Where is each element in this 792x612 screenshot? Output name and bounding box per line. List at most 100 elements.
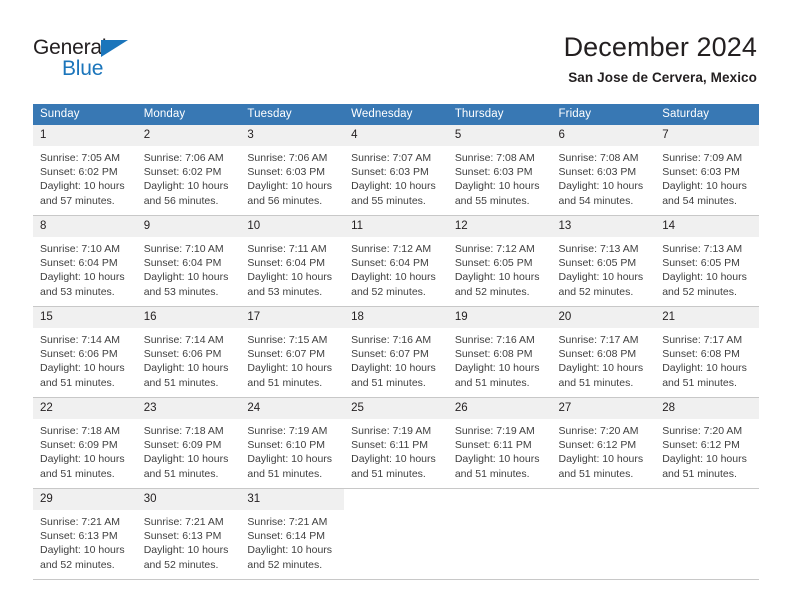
sunrise-text: Sunrise: 7:21 AM (40, 516, 120, 528)
sunrise-text: Sunrise: 7:20 AM (662, 425, 743, 437)
day-details: Sunrise: 7:05 AM Sunset: 6:02 PM Daylight:… (33, 146, 137, 208)
sunset-text: Sunset: 6:04 PM (143, 257, 222, 270)
day-cell[interactable]: 24 Sunrise: 7:19 AM Sunset: 6:10 PM Dayligh… (240, 397, 345, 489)
sunrise-text: Sunrise: 7:12 AM (351, 243, 432, 255)
sunrise-text: Sunrise: 7:07 AM (351, 152, 432, 164)
sunset-text: Sunset: 6:12 PM (662, 439, 740, 452)
sunset-text: Sunset: 6:05 PM (454, 257, 533, 270)
day-cell[interactable]: 2 Sunrise: 7:06 AM Sunset: 6:02 PM Daylight… (136, 125, 241, 216)
day-cell[interactable]: 31 Sunrise: 7:21 AM Sunset: 6:14 PM Dayligh… (240, 488, 345, 580)
calendar-week-row: 8 Sunrise: 7:10 AM Sunset: 6:04 PM Daylight… (33, 215, 759, 307)
day-number (447, 489, 552, 510)
daylight-text-line2: and 51 minutes. (454, 467, 530, 480)
day-number: 29 (33, 489, 137, 510)
page-title: December 2024 (563, 32, 757, 62)
day-cell[interactable]: 28 Sunrise: 7:20 AM Sunset: 6:12 PM Dayligh… (655, 397, 759, 489)
day-details: Sunrise: 7:07 AM Sunset: 6:03 PM Daylight:… (344, 146, 448, 208)
daylight-text-line1: Daylight: 10 hours (662, 362, 747, 375)
day-cell[interactable]: 12 Sunrise: 7:12 AM Sunset: 6:05 PM Dayligh… (447, 215, 552, 307)
day-cell[interactable]: 4 Sunrise: 7:07 AM Sunset: 6:03 PM Daylight… (344, 125, 448, 216)
day-cell[interactable]: 3 Sunrise: 7:06 AM Sunset: 6:03 PM Daylight… (240, 125, 345, 216)
daylight-text-line2: and 51 minutes. (351, 376, 426, 389)
day-cell[interactable]: 23 Sunrise: 7:18 AM Sunset: 6:09 PM Dayligh… (136, 397, 241, 489)
calendar-week-row: 29 Sunrise: 7:21 AM Sunset: 6:13 PM Dayligh… (33, 488, 759, 580)
day-cell[interactable]: 13 Sunrise: 7:13 AM Sunset: 6:05 PM Dayligh… (551, 215, 656, 307)
daylight-text-line1: Daylight: 10 hours (662, 271, 747, 284)
sunset-text: Sunset: 6:04 PM (40, 257, 118, 270)
weekday-header-friday: Friday (551, 104, 656, 125)
day-cell[interactable]: 1 Sunrise: 7:05 AM Sunset: 6:02 PM Daylight… (33, 125, 137, 216)
sunset-text: Sunset: 6:06 PM (40, 348, 118, 361)
day-cell[interactable]: 7 Sunrise: 7:09 AM Sunset: 6:03 PM Daylight… (655, 125, 759, 216)
day-details: Sunrise: 7:19 AM Sunset: 6:11 PM Daylight:… (448, 419, 552, 481)
day-details: Sunrise: 7:17 AM Sunset: 6:08 PM Daylight:… (552, 328, 656, 390)
day-cell[interactable]: 8 Sunrise: 7:10 AM Sunset: 6:04 PM Daylight… (33, 215, 137, 307)
day-details: Sunrise: 7:10 AM Sunset: 6:04 PM Daylight:… (137, 237, 241, 299)
day-cell[interactable]: 26 Sunrise: 7:19 AM Sunset: 6:11 PM Dayligh… (447, 397, 552, 489)
day-cell[interactable]: 5 Sunrise: 7:08 AM Sunset: 6:03 PM Daylight… (447, 125, 552, 216)
daylight-text-line2: and 51 minutes. (454, 376, 530, 389)
day-details: Sunrise: 7:21 AM Sunset: 6:14 PM Daylight:… (240, 510, 344, 572)
day-number: 7 (655, 125, 759, 146)
day-details: Sunrise: 7:17 AM Sunset: 6:08 PM Daylight:… (655, 328, 759, 390)
sunset-text: Sunset: 6:03 PM (662, 166, 740, 179)
day-number: 3 (240, 125, 345, 146)
day-cell[interactable]: 21 Sunrise: 7:17 AM Sunset: 6:08 PM Dayligh… (655, 306, 759, 398)
daylight-text-line2: and 51 minutes. (558, 467, 634, 480)
day-cell[interactable]: 19 Sunrise: 7:16 AM Sunset: 6:08 PM Dayligh… (447, 306, 552, 398)
daylight-text-line1: Daylight: 10 hours (247, 180, 333, 193)
day-details: Sunrise: 7:21 AM Sunset: 6:13 PM Daylight:… (33, 510, 137, 572)
day-cell[interactable]: 15 Sunrise: 7:14 AM Sunset: 6:06 PM Dayligh… (33, 306, 137, 398)
sunset-text: Sunset: 6:03 PM (351, 166, 429, 179)
sunset-text: Sunset: 6:08 PM (662, 348, 740, 361)
day-cell[interactable]: 25 Sunrise: 7:19 AM Sunset: 6:11 PM Dayligh… (344, 397, 448, 489)
day-number: 17 (240, 307, 345, 328)
brand-logo[interactable]: General Blue (33, 36, 173, 84)
sunrise-text: Sunrise: 7:10 AM (143, 243, 224, 255)
sunset-text: Sunset: 6:13 PM (40, 530, 118, 543)
day-details: Sunrise: 7:14 AM Sunset: 6:06 PM Daylight:… (33, 328, 137, 390)
day-number: 2 (136, 125, 241, 146)
daylight-text-line1: Daylight: 10 hours (662, 453, 747, 466)
daylight-text-line1: Daylight: 10 hours (143, 544, 229, 557)
sunset-text: Sunset: 6:03 PM (558, 166, 637, 179)
daylight-text-line1: Daylight: 10 hours (454, 453, 540, 466)
day-cell[interactable]: 11 Sunrise: 7:12 AM Sunset: 6:04 PM Dayligh… (344, 215, 448, 307)
day-number: 14 (655, 216, 759, 237)
day-cell[interactable]: 22 Sunrise: 7:18 AM Sunset: 6:09 PM Dayligh… (33, 397, 137, 489)
day-details: Sunrise: 7:19 AM Sunset: 6:10 PM Daylight:… (240, 419, 344, 481)
daylight-text-line2: and 51 minutes. (40, 376, 115, 389)
day-cell[interactable]: 6 Sunrise: 7:08 AM Sunset: 6:03 PM Daylight… (551, 125, 656, 216)
sunrise-text: Sunrise: 7:19 AM (454, 425, 535, 437)
day-cell[interactable]: 14 Sunrise: 7:13 AM Sunset: 6:05 PM Dayligh… (655, 215, 759, 307)
day-cell[interactable]: 27 Sunrise: 7:20 AM Sunset: 6:12 PM Dayligh… (551, 397, 656, 489)
sunrise-text: Sunrise: 7:08 AM (558, 152, 639, 164)
sunrise-text: Sunrise: 7:14 AM (143, 334, 224, 346)
calendar-body: 1 Sunrise: 7:05 AM Sunset: 6:02 PM Daylight… (33, 125, 759, 580)
daylight-text-line2: and 51 minutes. (351, 467, 426, 480)
day-details: Sunrise: 7:19 AM Sunset: 6:11 PM Daylight:… (344, 419, 448, 481)
daylight-text-line2: and 57 minutes. (40, 194, 115, 207)
daylight-text-line1: Daylight: 10 hours (40, 544, 125, 557)
day-number: 10 (240, 216, 345, 237)
title-block: December 2024 San Jose de Cervera, Mexic… (564, 30, 757, 87)
day-number: 22 (33, 398, 137, 419)
calendar-header-row: Sunday Monday Tuesday Wednesday Thursday… (33, 104, 759, 125)
day-cell[interactable]: 10 Sunrise: 7:11 AM Sunset: 6:04 PM Dayligh… (240, 215, 345, 307)
day-number: 8 (33, 216, 137, 237)
day-cell[interactable]: 20 Sunrise: 7:17 AM Sunset: 6:08 PM Dayligh… (551, 306, 656, 398)
day-cell[interactable]: 18 Sunrise: 7:16 AM Sunset: 6:07 PM Dayligh… (344, 306, 448, 398)
day-cell[interactable]: 16 Sunrise: 7:14 AM Sunset: 6:06 PM Dayligh… (136, 306, 241, 398)
day-number: 6 (551, 125, 656, 146)
sunrise-text: Sunrise: 7:20 AM (558, 425, 639, 437)
day-details: Sunrise: 7:06 AM Sunset: 6:03 PM Daylight:… (240, 146, 344, 208)
day-cell[interactable]: 9 Sunrise: 7:10 AM Sunset: 6:04 PM Daylight… (136, 215, 241, 307)
daylight-text-line2: and 56 minutes. (247, 194, 323, 207)
sunrise-text: Sunrise: 7:14 AM (40, 334, 120, 346)
day-cell[interactable]: 30 Sunrise: 7:21 AM Sunset: 6:13 PM Dayligh… (136, 488, 241, 580)
day-cell[interactable]: 29 Sunrise: 7:21 AM Sunset: 6:13 PM Dayligh… (33, 488, 137, 580)
daylight-text-line1: Daylight: 10 hours (40, 271, 125, 284)
day-number: 11 (344, 216, 448, 237)
day-cell[interactable]: 17 Sunrise: 7:15 AM Sunset: 6:07 PM Dayligh… (240, 306, 345, 398)
sunset-text: Sunset: 6:02 PM (40, 166, 118, 179)
